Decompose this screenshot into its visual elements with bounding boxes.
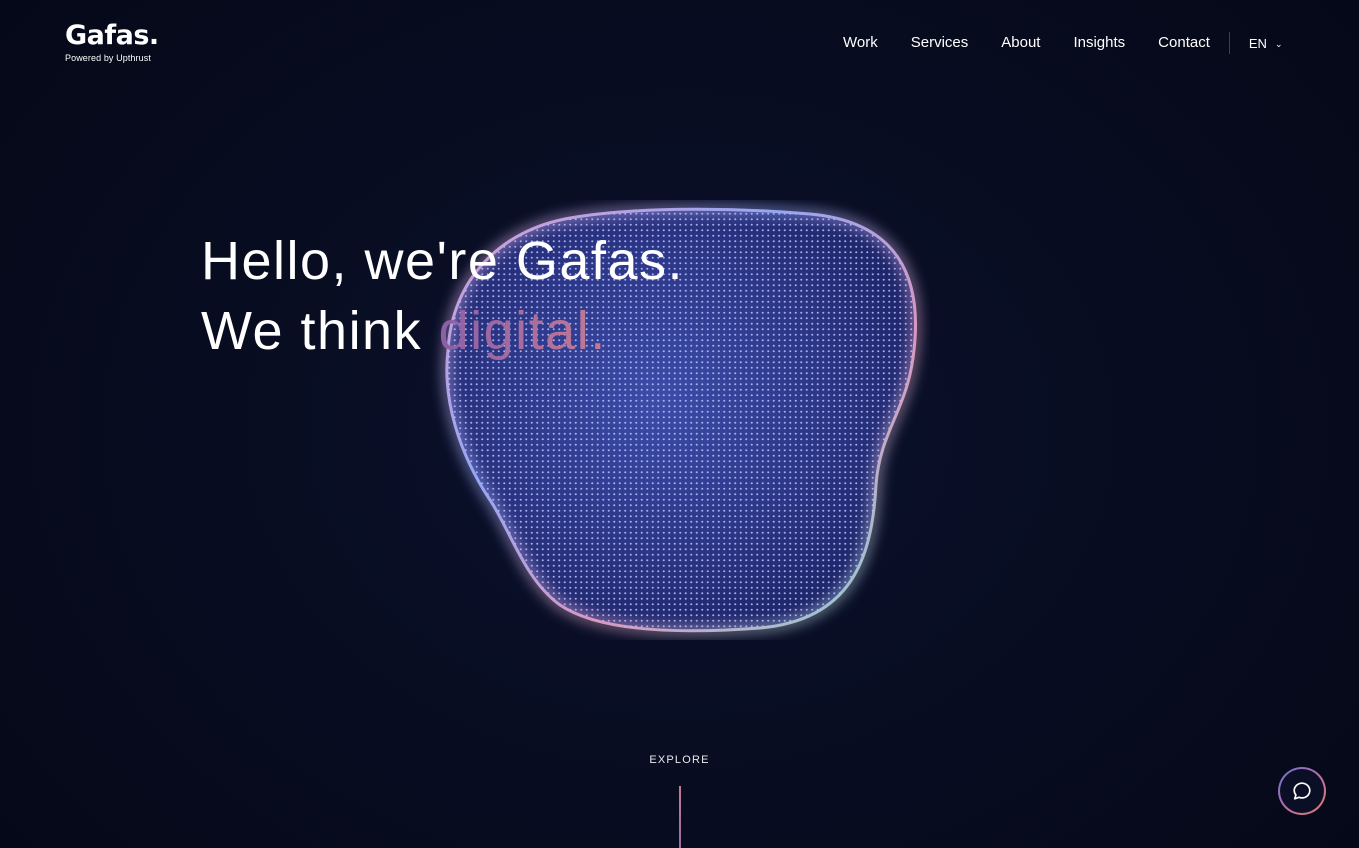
main-nav: Work Services About Insights Contact EN … <box>843 32 1282 54</box>
logo-wordmark: Gafas. <box>65 20 159 51</box>
logo-tagline: Powered by Upthrust <box>65 53 151 63</box>
nav-item-about[interactable]: About <box>1001 32 1040 54</box>
nav-item-contact[interactable]: Contact <box>1158 32 1210 54</box>
hero-line-1: Hello, we're Gafas. <box>201 231 684 291</box>
nav-item-services[interactable]: Services <box>911 32 969 54</box>
page: Gafas. Powered by Upthrust Work Services… <box>0 0 1359 848</box>
chat-button[interactable] <box>1278 767 1326 815</box>
scroll-indicator-line <box>679 786 681 848</box>
hero-accent-word: digital. <box>438 301 607 361</box>
chat-bubble-icon <box>1293 782 1311 800</box>
hero-line-2: We think digital. <box>201 296 684 366</box>
explore-label[interactable]: EXPLORE <box>0 754 1359 766</box>
language-selector[interactable]: EN ⌄ <box>1249 36 1283 51</box>
chevron-down-icon: ⌄ <box>1274 38 1283 49</box>
language-label: EN <box>1248 35 1267 51</box>
nav-divider <box>1228 32 1230 54</box>
nav-item-insights[interactable]: Insights <box>1073 32 1125 54</box>
logo-link[interactable]: Gafas. Powered by Upthrust <box>65 20 159 63</box>
chat-button-inner <box>1280 769 1324 813</box>
hero-headline: Hello, we're Gafas. We think digital. <box>201 226 684 366</box>
hero-line-2-prefix: We think <box>201 301 439 361</box>
nav-item-work[interactable]: Work <box>843 32 878 54</box>
